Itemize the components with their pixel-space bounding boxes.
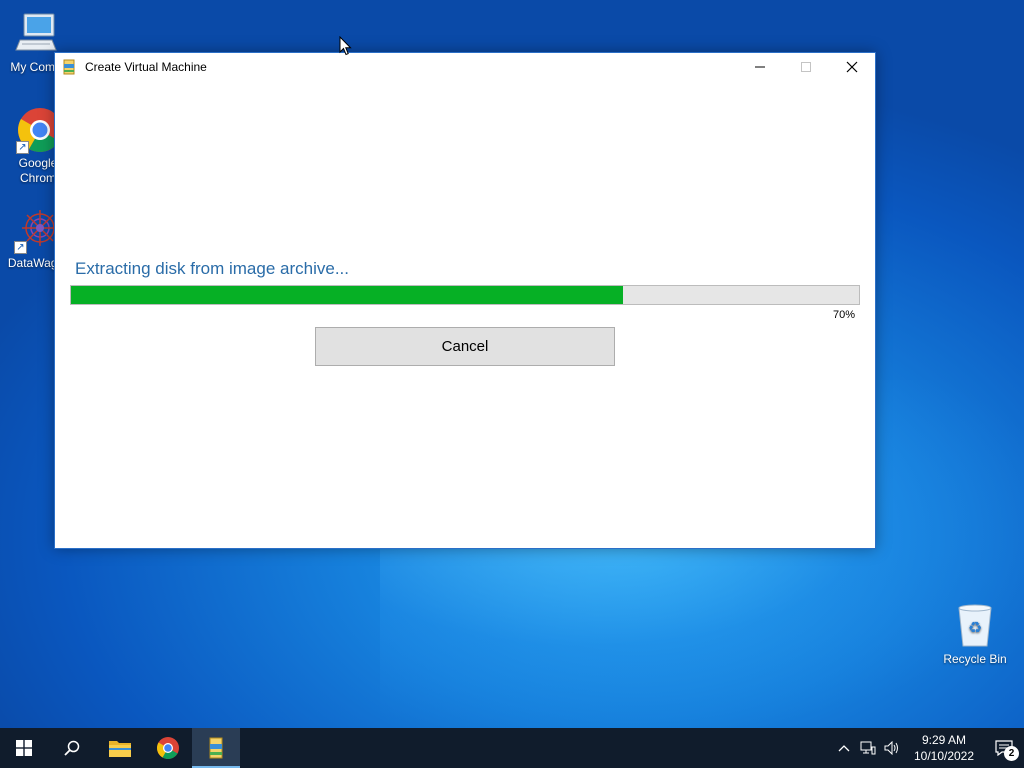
chrome-icon (157, 737, 179, 759)
notification-count-badge: 2 (1004, 746, 1019, 761)
chevron-up-icon (838, 745, 850, 752)
network-button[interactable] (856, 728, 880, 768)
maximize-button[interactable] (783, 53, 829, 81)
create-vm-taskbar-button[interactable] (192, 728, 240, 768)
svg-text:♻: ♻ (968, 618, 982, 637)
window-title: Create Virtual Machine (85, 60, 207, 74)
computer-icon (12, 10, 60, 58)
minimize-button[interactable] (737, 53, 783, 81)
minimize-icon (755, 66, 765, 68)
taskbar: 9:29 AM 10/10/2022 2 (0, 728, 1024, 768)
volume-icon (884, 741, 898, 755)
progress-percent: 70% (832, 309, 855, 321)
desktop-icon-label: Recycle Bin (943, 652, 1007, 666)
file-explorer-icon (109, 741, 131, 757)
action-center-button[interactable]: 2 (984, 728, 1024, 768)
taskbar-clock[interactable]: 9:29 AM 10/10/2022 (908, 732, 980, 764)
shortcut-arrow-icon: ↗ (16, 141, 29, 154)
system-tray: 9:29 AM 10/10/2022 2 (832, 728, 1024, 768)
cancel-button[interactable]: Cancel (315, 327, 615, 366)
close-icon (846, 61, 858, 73)
recycle-bin-icon: ♻ (951, 602, 999, 650)
file-explorer-button[interactable] (96, 728, 144, 768)
start-icon (16, 740, 32, 756)
clock-time: 9:29 AM (921, 733, 967, 747)
status-text: Extracting disk from image archive... (75, 259, 349, 278)
clock-date: 10/10/2022 (913, 749, 975, 763)
desktop-icon-recycle-bin[interactable]: ♻ Recycle Bin (939, 602, 1011, 667)
create-vm-window: Create Virtual Machine Extracting disk f… (54, 52, 876, 549)
close-button[interactable] (829, 53, 875, 81)
show-hidden-icons-button[interactable] (832, 728, 856, 768)
chrome-taskbar-button[interactable] (144, 728, 192, 768)
datawagon-icon: ↗ (12, 206, 60, 254)
title-bar[interactable]: Create Virtual Machine (55, 53, 875, 81)
search-button[interactable] (48, 728, 96, 768)
create-vm-app-icon (209, 737, 223, 759)
progress-fill (71, 286, 623, 304)
progress-bar (70, 285, 860, 305)
volume-button[interactable] (880, 728, 904, 768)
maximize-icon (801, 62, 811, 72)
network-icon (860, 741, 876, 755)
mouse-cursor-icon (339, 35, 352, 61)
search-icon (64, 740, 80, 756)
start-button[interactable] (0, 728, 48, 768)
create-vm-app-icon (61, 59, 77, 75)
shortcut-arrow-icon: ↗ (14, 241, 27, 254)
